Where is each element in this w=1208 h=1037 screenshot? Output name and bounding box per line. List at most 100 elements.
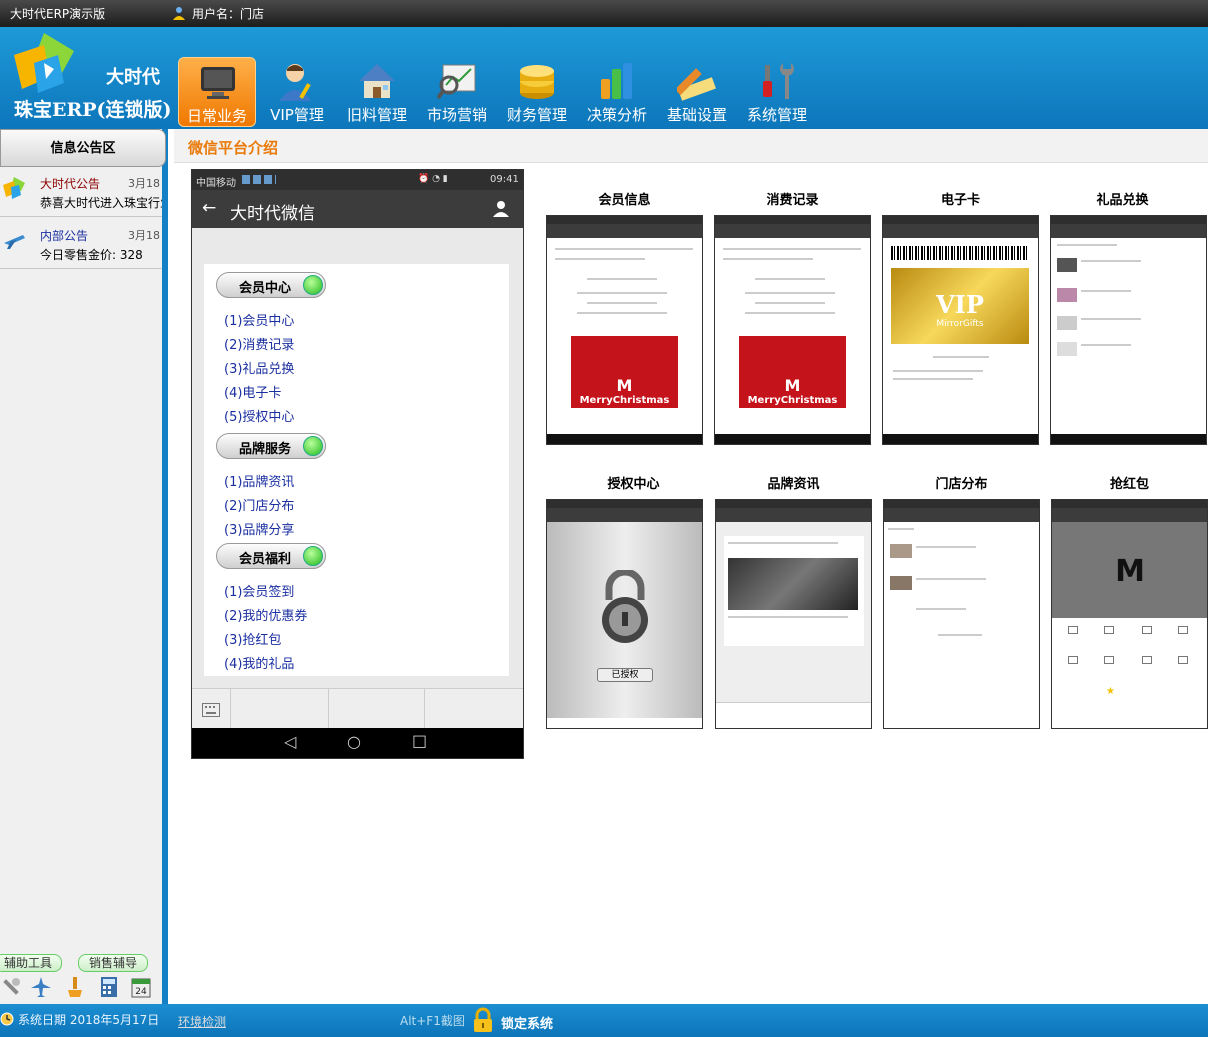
group-member-center[interactable]: 会员中心 xyxy=(216,272,326,298)
screen-label: 抢红包 xyxy=(1109,477,1149,492)
pencil-ruler-icon xyxy=(677,68,716,101)
star-icon: ★ xyxy=(1106,686,1115,697)
nav-system-management[interactable]: 系统管理 xyxy=(738,57,816,127)
phone-time: 09:41 xyxy=(490,174,519,185)
profile-icon[interactable] xyxy=(492,200,510,218)
menu-item[interactable]: (3)抢红包 xyxy=(224,629,281,648)
lock-system-button[interactable]: 锁定系统 xyxy=(501,1013,553,1032)
notice-body: 恭喜大时代进入珠宝行业 xyxy=(40,196,162,210)
nav-label: 市场营销 xyxy=(426,106,487,124)
nav-old-material[interactable]: 旧料管理 xyxy=(338,57,416,127)
sales-coaching-button[interactable]: 销售辅导 xyxy=(78,954,148,972)
authorized-button[interactable]: 已授权 xyxy=(597,668,653,682)
group-member-welfare[interactable]: 会员福利 xyxy=(216,543,326,569)
nav-basic-settings[interactable]: 基础设置 xyxy=(658,57,736,127)
vip-card: VIP MirrorGifts xyxy=(891,268,1029,344)
app-header: 大时代 珠宝ERP(连锁版) 日常业务 VIP管理 旧料管理 市场营销 财务管理… xyxy=(0,27,1208,129)
notice-item[interactable]: 大时代公告 3月18 恭喜大时代进入珠宝行业 xyxy=(0,169,162,217)
screen-e-card[interactable]: VIP MirrorGifts xyxy=(882,215,1039,445)
nav-label: 日常业务 xyxy=(186,107,247,125)
green-dot-icon xyxy=(303,436,323,456)
env-check-link[interactable]: 环境检测 xyxy=(178,1013,226,1030)
sidebar: 信息公告区 大时代公告 3月18 恭喜大时代进入珠宝行业 内部公告 3月18 今… xyxy=(0,129,168,1004)
screen-brand-news[interactable] xyxy=(715,499,872,729)
menu-item[interactable]: (4)电子卡 xyxy=(224,382,281,401)
wechat-menu: 会员中心 (1)会员中心 (2)消费记录 (3)礼品兑换 (4)电子卡 (5)授… xyxy=(204,264,509,676)
nav-label: 系统管理 xyxy=(746,106,807,124)
screen-store-distribution[interactable] xyxy=(883,499,1040,729)
lock-icon[interactable] xyxy=(470,1007,496,1033)
monitor-icon xyxy=(201,67,235,99)
home-circle-icon[interactable]: ○ xyxy=(347,732,361,751)
menu-item[interactable]: (3)礼品兑换 xyxy=(224,358,294,377)
menu-item[interactable]: (1)品牌资讯 xyxy=(224,471,294,490)
screen-red-packet[interactable]: M ★ xyxy=(1051,499,1208,729)
notice-item[interactable]: 内部公告 3月18 今日零售金价: 328 xyxy=(0,221,162,269)
content-title-bar: 微信平台介绍 xyxy=(174,129,1208,163)
menu-item[interactable]: (5)授权中心 xyxy=(224,406,294,425)
coins-icon xyxy=(520,65,554,99)
divider xyxy=(328,689,329,729)
screen-member-info[interactable]: M MerryChristmas xyxy=(546,215,703,445)
notice-logo-icon xyxy=(3,177,25,199)
group-label: 品牌服务 xyxy=(239,442,292,457)
status-icons xyxy=(242,175,276,184)
nav-marketing[interactable]: 市场营销 xyxy=(418,57,496,127)
phone-nav-bar: ◁ ○ □ xyxy=(192,728,523,758)
calendar-icon[interactable]: 24 xyxy=(130,976,152,998)
brush-icon[interactable] xyxy=(64,976,86,998)
wrench-icon[interactable] xyxy=(0,976,22,998)
nav-label: VIP管理 xyxy=(270,106,324,124)
screen-label: 授权中心 xyxy=(607,477,660,492)
nav-decision-analysis[interactable]: 决策分析 xyxy=(578,57,656,127)
screen-gift-exchange[interactable] xyxy=(1050,215,1207,445)
keyboard-icon[interactable] xyxy=(202,703,220,717)
group-label: 会员中心 xyxy=(239,281,292,296)
phone-mockup: 中国移动 ⏰ ◔ ▮ 09:41 ← 大时代微信 会员中心 (1)会员中心 (2… xyxy=(191,169,524,759)
menu-item[interactable]: (2)门店分布 xyxy=(224,495,294,514)
nav-daily-business[interactable]: 日常业务 xyxy=(178,57,256,127)
nav-label: 基础设置 xyxy=(666,106,727,124)
menu-item[interactable]: (3)品牌分享 xyxy=(224,519,294,538)
menu-item[interactable]: (2)消费记录 xyxy=(224,334,294,353)
screen-authorization-center[interactable]: 已授权 xyxy=(546,499,703,729)
group-brand-service[interactable]: 品牌服务 xyxy=(216,433,326,459)
screen-label: 礼品兑换 xyxy=(1096,193,1149,208)
notice-title: 内部公告 xyxy=(40,229,89,243)
group-label: 会员福利 xyxy=(239,552,292,567)
menu-item[interactable]: (1)会员签到 xyxy=(224,581,294,600)
padlock-icon xyxy=(602,570,648,643)
window-titlebar: 大时代ERP演示版 用户名：门店 xyxy=(0,0,1208,27)
nav-vip[interactable]: VIP管理 xyxy=(258,57,336,127)
nav-label: 旧料管理 xyxy=(346,106,407,124)
nav-finance[interactable]: 财务管理 xyxy=(498,57,576,127)
menu-item[interactable]: (1)会员中心 xyxy=(224,310,294,329)
screen-label: 电子卡 xyxy=(940,193,980,208)
menu-item[interactable]: (4)我的礼品 xyxy=(224,653,294,672)
airplane-icon xyxy=(4,235,25,249)
green-dot-icon xyxy=(303,546,323,566)
house-icon xyxy=(359,64,395,98)
nav-label: 财务管理 xyxy=(506,106,567,124)
screen-label: 品牌资讯 xyxy=(767,477,820,492)
clock-icon xyxy=(0,1012,14,1026)
green-dot-icon xyxy=(303,275,323,295)
screen-label: 会员信息 xyxy=(598,193,651,208)
screen-consumption-record[interactable]: M MerryChristmas xyxy=(714,215,871,445)
back-triangle-icon[interactable]: ◁ xyxy=(284,732,296,751)
menu-item[interactable]: (2)我的优惠券 xyxy=(224,605,307,624)
m-logo-icon: M xyxy=(1115,554,1145,589)
back-arrow-icon[interactable]: ← xyxy=(202,198,216,218)
phone-bottom-menu xyxy=(192,688,523,729)
aux-tools-button[interactable]: 辅助工具 xyxy=(0,954,62,972)
user-icon xyxy=(279,64,311,101)
airplane-tool-icon[interactable] xyxy=(30,976,52,998)
user-label: 用户名：门店 xyxy=(192,7,265,21)
calculator-icon[interactable] xyxy=(98,976,120,998)
screenshot-shortcut[interactable]: Alt+F1截图 xyxy=(400,1012,465,1029)
notice-title: 大时代公告 xyxy=(40,177,101,191)
sidebar-tools: 辅助工具 销售辅导 24 xyxy=(0,954,162,1004)
xmas-banner: M MerryChristmas xyxy=(739,336,846,408)
xmas-banner: M MerryChristmas xyxy=(571,336,678,408)
recent-square-icon[interactable]: □ xyxy=(412,731,427,750)
